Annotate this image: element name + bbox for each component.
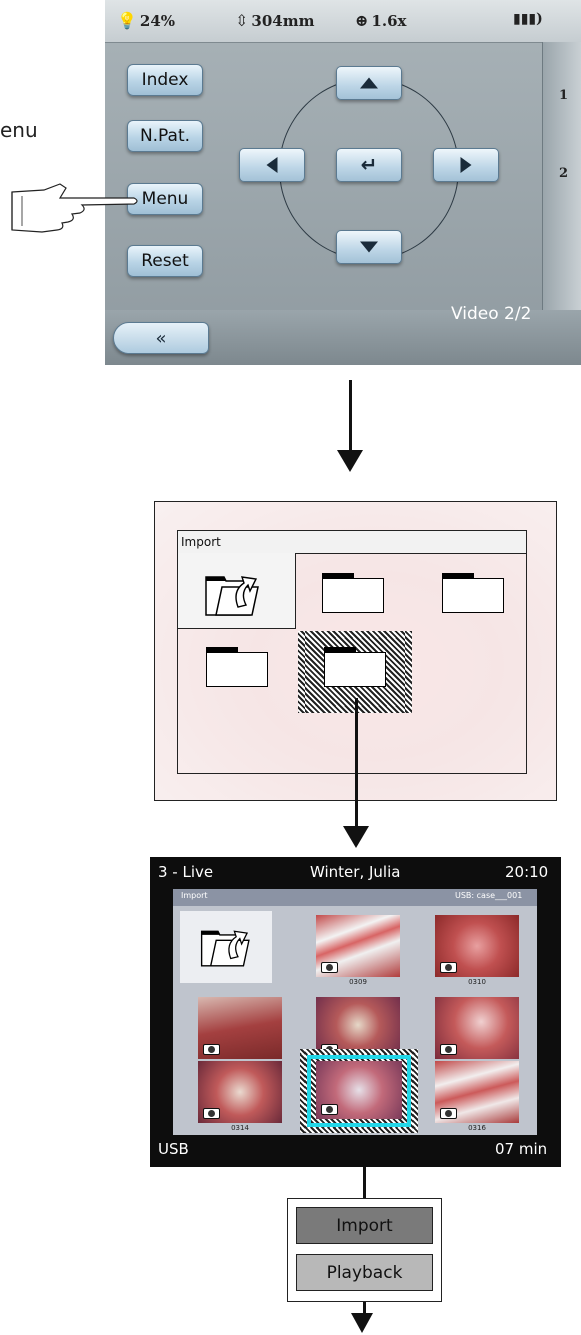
tab-page-1[interactable]: 1 (559, 88, 568, 103)
flow-connector (355, 698, 358, 828)
arrow-up-icon (360, 77, 378, 89)
folder-up-button[interactable] (178, 553, 296, 629)
menu-item-playback[interactable]: Playback (296, 1254, 433, 1291)
thumbnail-number: 0309 (349, 978, 367, 986)
camera-icon (321, 962, 338, 973)
enter-button[interactable]: ↵ (336, 148, 402, 182)
import-pane-titlebar: Import USB: case___001 (173, 889, 537, 906)
arrow-right-button[interactable] (433, 148, 499, 182)
battery-icon: ▮▮▮ (513, 11, 537, 27)
mode-label: 3 - Live (158, 863, 214, 881)
camera-icon (203, 1108, 220, 1119)
new-patient-button[interactable]: N.Pat. (127, 120, 203, 152)
flow-arrow-icon (343, 826, 369, 848)
menu-item-import[interactable]: Import (296, 1207, 433, 1244)
storage-label: USB (158, 1140, 189, 1158)
camera-icon (440, 1108, 457, 1119)
context-menu: Import Playback (287, 1198, 442, 1302)
thumbnail-image[interactable] (198, 997, 282, 1059)
thumbnail-number: 0314 (231, 1124, 249, 1132)
battery-wireless-indicator: ▮▮▮) (513, 11, 543, 27)
pointing-hand-icon (11, 183, 138, 233)
thumbnail-image[interactable] (198, 1061, 282, 1123)
usb-source-label: USB: case___001 (455, 891, 523, 900)
wireless-icon: ) (536, 11, 543, 27)
light-bulb-icon: 💡 (117, 11, 137, 30)
thumbnail-image[interactable] (316, 1061, 402, 1119)
page-side-tabs: 1 2 (542, 42, 581, 322)
camera-icon (321, 1104, 338, 1115)
flow-connector (363, 1167, 366, 1198)
reset-button[interactable]: Reset (127, 245, 203, 277)
import-pane: Import USB: case___001 0309 0310 0311 03… (173, 889, 537, 1135)
zoom-level: ⊕ 1.6x (355, 11, 407, 30)
menu-label-fragment: enu (0, 118, 38, 142)
focus-distance-icon: ⇳ (235, 11, 249, 30)
remaining-time: 07 min (495, 1140, 548, 1158)
folder-icon[interactable] (322, 573, 384, 613)
video-page-label: Video 2/2 (451, 304, 532, 324)
folder-up-button[interactable] (180, 911, 272, 983)
thumbnail-image[interactable] (435, 997, 519, 1059)
touch-control-panel: 💡 24% ⇳ 304mm ⊕ 1.6x ▮▮▮) Index N.Pat. Menu… (105, 0, 581, 365)
flow-arrow-icon (337, 450, 363, 472)
arrow-left-button[interactable] (239, 148, 305, 182)
camera-icon (440, 962, 457, 973)
patient-name: Winter, Julia (310, 863, 401, 881)
folder-up-icon (200, 930, 250, 967)
flow-connector (349, 380, 352, 450)
live-screen: 3 - Live Winter, Julia 20:10 Import USB:… (150, 857, 561, 1167)
enter-icon: ↵ (360, 152, 378, 177)
light-level: 💡 24% (117, 11, 176, 30)
thumbnail-image[interactable] (435, 915, 519, 977)
working-distance: ⇳ 304mm (235, 11, 315, 30)
folder-icon[interactable] (324, 647, 386, 687)
arrow-down-button[interactable] (336, 230, 402, 264)
arrow-right-icon (460, 157, 472, 173)
import-title: Import (178, 531, 526, 554)
zoom-icon: ⊕ (355, 11, 369, 30)
back-button[interactable]: « (113, 322, 209, 354)
clock-time: 20:10 (505, 863, 549, 881)
camera-icon (203, 1044, 220, 1055)
arrow-left-icon (266, 157, 278, 173)
status-bar: 💡 24% ⇳ 304mm ⊕ 1.6x ▮▮▮) (105, 0, 581, 43)
import-window: Import (177, 530, 527, 774)
arrow-down-icon (360, 241, 378, 253)
import-pane-title: Import (181, 891, 208, 900)
flow-arrow-icon (351, 1313, 373, 1333)
tab-page-2[interactable]: 2 (559, 166, 568, 181)
thumbnail-number: 0316 (468, 1124, 486, 1132)
arrow-up-button[interactable] (336, 66, 402, 100)
camera-icon (440, 1044, 457, 1055)
folder-up-icon (205, 576, 259, 616)
thumbnail-image[interactable] (435, 1061, 519, 1123)
index-button[interactable]: Index (127, 64, 203, 96)
back-chevron-icon: « (155, 327, 167, 349)
thumbnail-number: 0310 (468, 978, 486, 986)
thumbnail-image[interactable] (316, 915, 400, 977)
folder-icon[interactable] (442, 573, 504, 613)
folder-icon[interactable] (206, 647, 268, 687)
